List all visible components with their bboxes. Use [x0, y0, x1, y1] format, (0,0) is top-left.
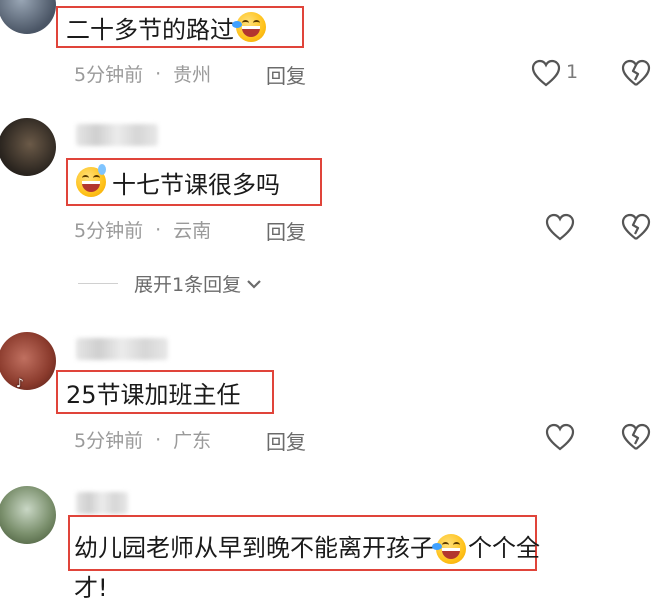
comment-text: 二十多节的路过 [66, 15, 234, 44]
avatar[interactable] [0, 118, 56, 176]
comment-text: 25节课加班主任 [66, 380, 241, 409]
comment-meta: 5分钟前 · 贵州 [74, 60, 211, 87]
comment-location: 贵州 [173, 64, 212, 86]
laugh-cry-emoji-icon [432, 534, 466, 564]
comment-meta: 5分钟前 · 云南 [74, 216, 211, 243]
comment-location: 广东 [173, 430, 212, 452]
comment-time: 5分钟前 [74, 430, 144, 452]
avatar[interactable] [0, 486, 56, 544]
expand-replies-button[interactable]: 展开1条回复 [78, 270, 263, 297]
grin-sweat-emoji-icon [76, 164, 106, 197]
username-blurred [76, 338, 168, 360]
dislike-broken-heart-icon[interactable] [620, 212, 652, 242]
avatar[interactable]: ♪ [0, 332, 56, 390]
chevron-down-icon [247, 279, 261, 289]
meta-separator: · [155, 218, 162, 241]
heart-icon[interactable] [544, 212, 576, 242]
comment-text-box: 25节课加班主任 [56, 370, 274, 414]
username-blurred [76, 124, 158, 146]
comment-text-part: 才! [74, 574, 108, 602]
comment-text-box: 十七节课很多吗 [66, 158, 322, 206]
username-blurred [76, 492, 128, 514]
heart-icon[interactable] [544, 422, 576, 452]
comment-text: 幼儿园老师从早到晚不能离开孩子 个个全 才! [74, 528, 634, 608]
dislike-broken-heart-icon[interactable] [620, 422, 652, 452]
comment-text-part: 幼儿园老师从早到晚不能离开孩子 [74, 534, 434, 562]
heart-icon[interactable] [530, 58, 562, 88]
comment-text-box: 二十多节的路过 [56, 6, 304, 48]
like-count: 1 [566, 61, 579, 83]
meta-separator: · [155, 62, 162, 85]
dislike-broken-heart-icon[interactable] [620, 58, 652, 88]
meta-separator: · [155, 428, 162, 451]
tiktok-logo-icon: ♪ [16, 376, 24, 390]
avatar[interactable] [0, 0, 56, 34]
comment-meta: 5分钟前 · 广东 [74, 426, 211, 453]
divider-line [78, 283, 118, 284]
comment-time: 5分钟前 [74, 64, 144, 86]
reply-button[interactable]: 回复 [266, 60, 306, 89]
comment-text-part: 个个全 [468, 534, 540, 562]
comment-location: 云南 [173, 220, 212, 242]
reply-button[interactable]: 回复 [266, 426, 306, 455]
expand-replies-label: 展开1条回复 [134, 274, 242, 296]
reply-button[interactable]: 回复 [266, 216, 306, 245]
laugh-cry-emoji-icon [232, 12, 266, 42]
comment-time: 5分钟前 [74, 220, 144, 242]
comment-text: 十七节课很多吗 [112, 170, 280, 199]
